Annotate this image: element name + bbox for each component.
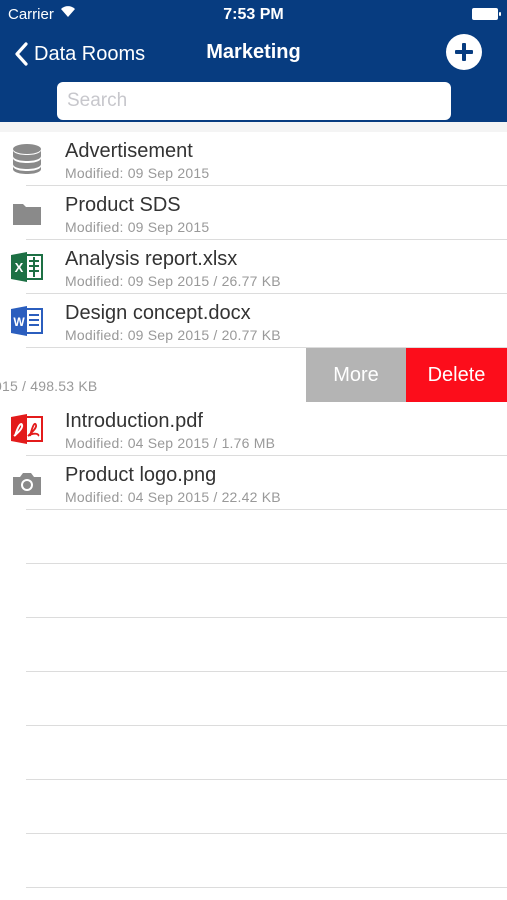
add-button[interactable] [446,34,482,70]
file-row-product-sds[interactable]: Product SDS Modified: 09 Sep 2015 [0,186,507,240]
list-top-gap [0,122,507,132]
empty-row [0,510,507,564]
empty-row [0,672,507,726]
file-meta: Modified: 09 Sep 2015 / 26.77 KB [65,273,281,289]
file-meta: Modified: 04 Sep 2015 / 22.42 KB [65,489,281,505]
file-row-design-concept[interactable]: W Design concept.docx Modified: 09 Sep 2… [0,294,507,348]
file-meta: 015 / 498.53 KB [0,378,98,394]
file-name: Product logo.png [65,464,217,486]
file-row-advertisement[interactable]: Advertisement Modified: 09 Sep 2015 [0,132,507,186]
empty-row [0,564,507,618]
word-icon: W [10,304,44,338]
file-list: Advertisement Modified: 09 Sep 2015 Prod… [0,132,507,510]
pdf-icon [10,412,44,446]
file-row-introduction[interactable]: Introduction.pdf Modified: 04 Sep 2015 /… [0,402,507,456]
nav-bar: Data Rooms Marketing [0,28,507,78]
file-name: Introduction.pdf [65,410,203,432]
more-button[interactable]: More [306,348,406,402]
delete-button[interactable]: Delete [406,348,507,402]
empty-row [0,780,507,834]
nav-header: Carrier 7:53 PM Data Rooms Marketing [0,0,507,122]
empty-row [0,834,507,888]
file-meta: Modified: 09 Sep 2015 [65,165,210,181]
folder-icon [10,196,44,230]
battery-icon [472,8,501,20]
file-name: Analysis report.xlsx [65,248,238,270]
status-bar: Carrier 7:53 PM [0,0,507,28]
file-meta: Modified: 09 Sep 2015 / 20.77 KB [65,327,281,343]
file-name: Design concept.docx [65,302,251,324]
empty-row [0,726,507,780]
file-name: Product SDS [65,194,181,216]
empty-row [0,618,507,672]
svg-text:W: W [13,315,25,329]
excel-icon: X [10,250,44,284]
file-meta: Modified: 04 Sep 2015 / 1.76 MB [65,435,276,451]
camera-icon [10,466,44,500]
back-button[interactable]: Data Rooms [14,40,145,68]
file-row-analysis-report[interactable]: X Analysis report.xlsx Modified: 09 Sep … [0,240,507,294]
file-meta: Modified: 09 Sep 2015 [65,219,210,235]
file-name: Advertisement [65,140,193,162]
chevron-left-icon [15,42,28,66]
back-label: Data Rooms [34,42,146,65]
file-row-product-logo[interactable]: Product logo.png Modified: 04 Sep 2015 /… [0,456,507,510]
database-icon [10,142,44,176]
status-time: 7:53 PM [223,6,284,23]
search-input[interactable] [57,82,451,120]
row-divider [26,887,507,888]
empty-list-area [0,510,507,888]
svg-text:X: X [15,260,24,275]
file-row-swiped[interactable]: 015 / 498.53 KB More Delete [0,348,507,402]
